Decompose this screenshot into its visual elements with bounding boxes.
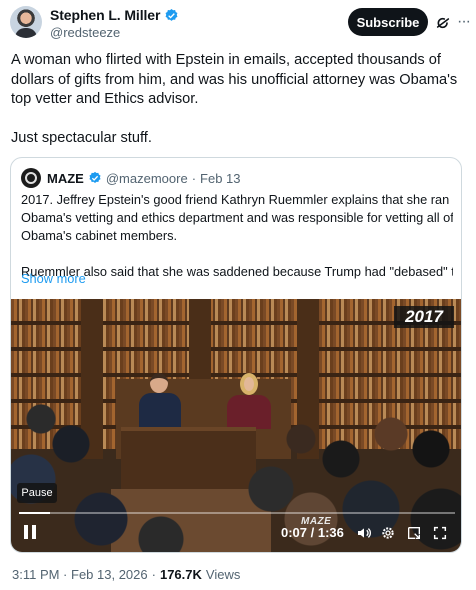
- tweet-line: dollars of gifts from him, and was his u…: [11, 71, 458, 88]
- video-time: 0:07 / 1:36: [281, 525, 344, 540]
- tweet-header: Stephen L. Miller @redsteeze Subscribe ·…: [10, 6, 471, 46]
- quoted-display-name[interactable]: MAZE: [47, 171, 84, 186]
- author-display-name[interactable]: Stephen L. Miller: [50, 7, 160, 23]
- quoted-avatar[interactable]: [21, 168, 41, 188]
- author-name-row: Stephen L. Miller: [50, 7, 179, 23]
- picture-in-picture-icon[interactable]: [406, 525, 422, 541]
- tweet-text: A woman who flirted with Epstein in emai…: [11, 51, 463, 149]
- verified-badge-icon: [165, 8, 178, 21]
- separator: ·: [151, 567, 156, 582]
- quoted-date[interactable]: Feb 13: [200, 171, 240, 186]
- more-horizontal-icon[interactable]: ···: [457, 12, 471, 32]
- quoted-handle[interactable]: @mazemoore: [106, 171, 188, 186]
- quoted-line: 2017. Jeffrey Epstein's good friend Kath…: [21, 192, 450, 207]
- quoted-tweet-header: MAZE @mazemoore · Feb 13: [21, 168, 241, 188]
- tweet-line: Just spectacular stuff.: [11, 130, 152, 146]
- video-year-badge: 2017: [394, 306, 454, 328]
- subscribe-button[interactable]: Subscribe: [348, 8, 428, 36]
- tweet-timestamp[interactable]: 3:11 PM · Feb 13, 2026: [12, 567, 148, 582]
- quoted-line: Ruemmler also said that she was saddened…: [21, 264, 453, 279]
- separator: ·: [191, 170, 197, 186]
- pause-icon[interactable]: [21, 523, 39, 541]
- fullscreen-icon[interactable]: [432, 525, 448, 541]
- views-label: Views: [205, 567, 241, 582]
- video-progress-fill: [19, 512, 50, 514]
- author-handle[interactable]: @redsteeze: [50, 25, 120, 40]
- views-count: 176.7K: [159, 567, 202, 582]
- verified-badge-icon: [89, 171, 101, 183]
- tweet-line: A woman who flirted with Epstein in emai…: [11, 52, 441, 68]
- quoted-line: Obama's cabinet members.: [21, 228, 178, 243]
- settings-icon[interactable]: [380, 525, 396, 541]
- tweet-line: top vetter and Ethics advisor.: [11, 91, 199, 107]
- show-more-link[interactable]: Show more: [21, 271, 86, 286]
- grok-icon[interactable]: [435, 15, 451, 31]
- tweet-meta: 3:11 PM · Feb 13, 2026 · 176.7K Views: [12, 567, 240, 582]
- video-progress-bar[interactable]: [19, 512, 455, 514]
- video-player[interactable]: 2017 Pause MAZE 0:07 / 1:36: [11, 299, 461, 552]
- pause-tooltip: Pause: [17, 483, 57, 503]
- avatar[interactable]: [10, 6, 42, 38]
- quoted-tweet[interactable]: MAZE @mazemoore · Feb 13 2017. Jeffrey E…: [10, 157, 462, 553]
- quoted-line: Obama's vetting and ethics department an…: [21, 210, 453, 225]
- volume-icon[interactable]: [356, 525, 372, 541]
- quoted-text: 2017. Jeffrey Epstein's good friend Kath…: [21, 191, 453, 281]
